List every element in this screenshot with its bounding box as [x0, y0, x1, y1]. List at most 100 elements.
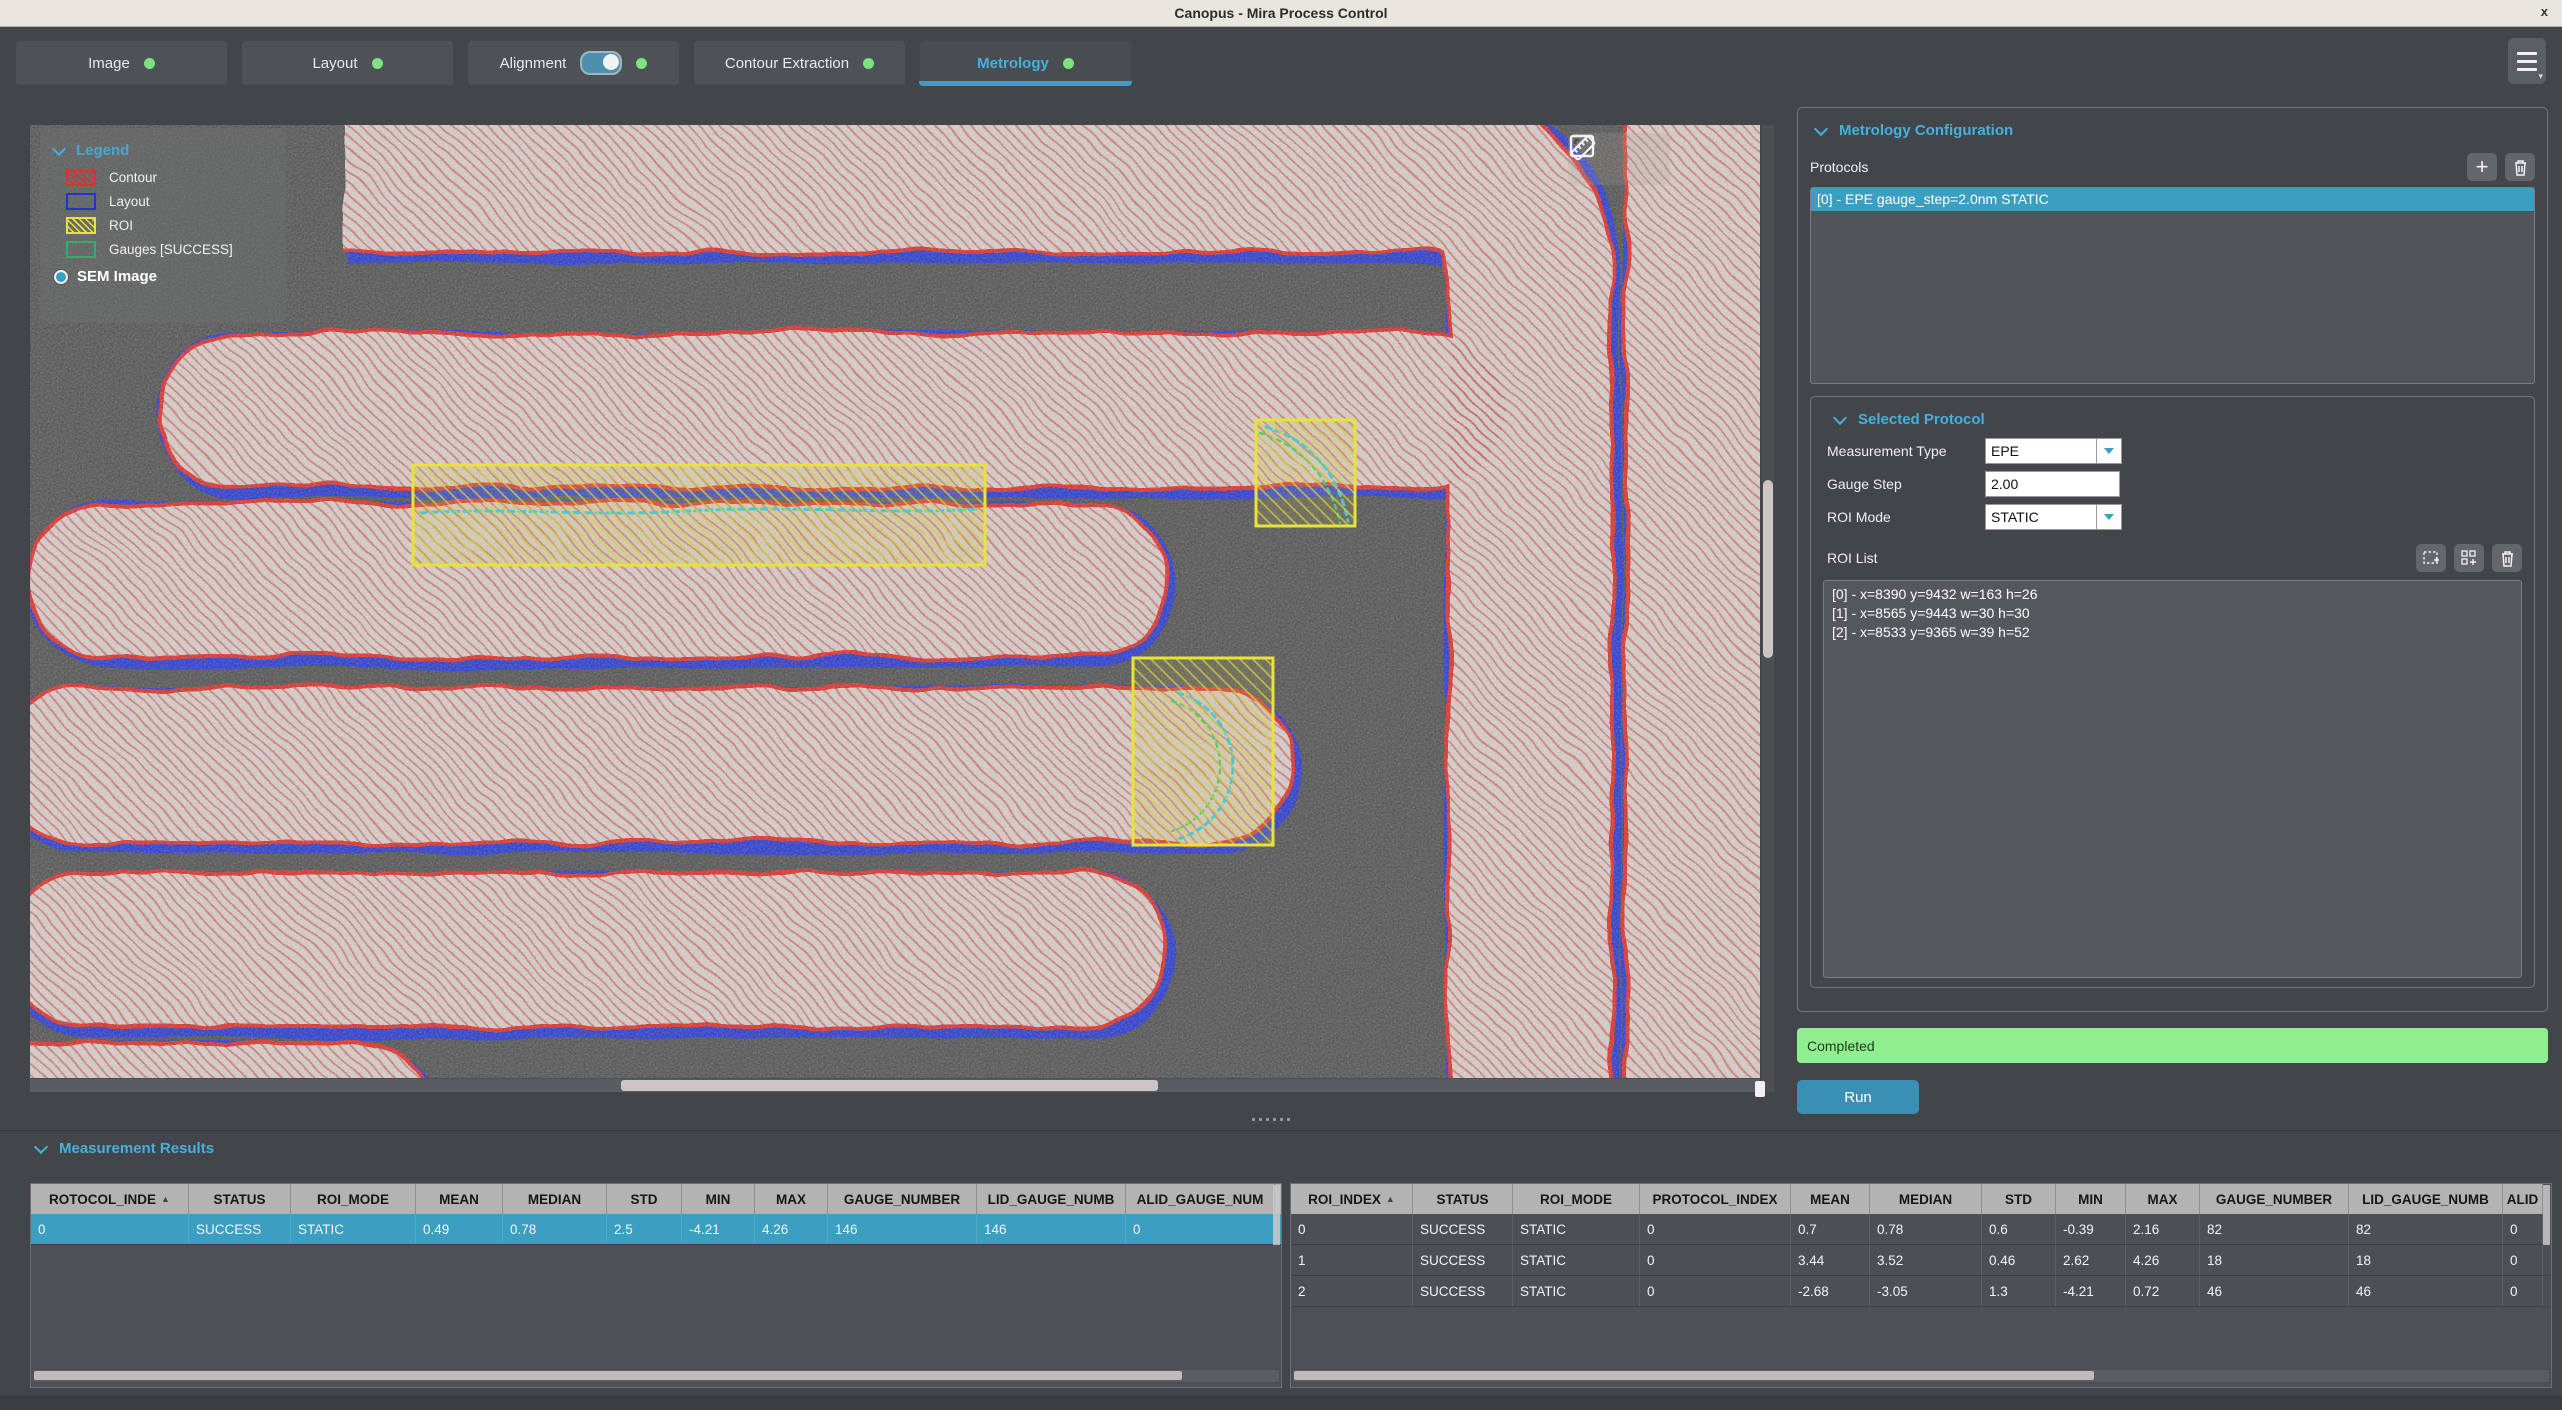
- protocols-list[interactable]: [0] - EPE gauge_step=2.0nm STATIC: [1810, 187, 2535, 384]
- column-header[interactable]: MIN: [682, 1184, 755, 1214]
- canvas-hscrollbar[interactable]: [30, 1078, 1760, 1092]
- column-header[interactable]: MEAN: [416, 1184, 503, 1214]
- trash-icon: [2501, 550, 2513, 567]
- add-protocol-button[interactable]: +: [2467, 153, 2497, 181]
- column-header[interactable]: LID_GAUGE_NUMB: [2349, 1184, 2503, 1214]
- table-cell: 146: [828, 1214, 977, 1244]
- hscrollbar-thumb[interactable]: [621, 1080, 1158, 1091]
- column-header[interactable]: STD: [607, 1184, 682, 1214]
- bottom-strip: [0, 1395, 2562, 1410]
- delete-protocol-button[interactable]: [2505, 153, 2535, 181]
- legend-collapse-chevron-icon[interactable]: [51, 141, 67, 156]
- roi-list-item[interactable]: [0] - x=8390 y=9432 w=163 h=26: [1832, 585, 2513, 604]
- legend-item: Contour: [66, 169, 274, 186]
- legend-item: Layout: [66, 193, 274, 210]
- table-cell: 0: [2503, 1214, 2543, 1244]
- close-button[interactable]: x: [2541, 4, 2548, 19]
- column-header[interactable]: MAX: [2126, 1184, 2200, 1214]
- roi-results-table[interactable]: ROI_INDEX ▲ STATUS ROI_MODE PROTOCOL_INDEX ME…: [1290, 1183, 2552, 1388]
- gauge-step-input[interactable]: [1985, 471, 2120, 497]
- table-vscrollbar[interactable]: [1273, 1185, 1280, 1245]
- run-button[interactable]: Run: [1797, 1080, 1919, 1114]
- table-cell: 146: [977, 1214, 1126, 1244]
- sem-image-canvas[interactable]: Legend Contour Layout ROI Gauges [SUCCESS] …: [30, 125, 1760, 1092]
- column-header[interactable]: STATUS: [1413, 1184, 1513, 1214]
- splitter-handle[interactable]: [0, 1108, 2562, 1132]
- table-cell: 1.3: [1982, 1276, 2056, 1306]
- column-header[interactable]: PROTOCOL_INDEX: [1640, 1184, 1791, 1214]
- legend-panel: Legend Contour Layout ROI Gauges [SUCCESS] …: [40, 128, 286, 323]
- table-cell: 0: [31, 1214, 189, 1244]
- table-cell: SUCCESS: [189, 1214, 291, 1244]
- table-cell: 2.16: [2126, 1214, 2200, 1244]
- tab-layout[interactable]: Layout: [241, 40, 454, 86]
- roi-list-item[interactable]: [1] - x=8565 y=9443 w=30 h=30: [1832, 604, 2513, 623]
- column-header[interactable]: STD: [1982, 1184, 2056, 1214]
- column-header[interactable]: GAUGE_NUMBER: [828, 1184, 977, 1214]
- table-cell: -3.05: [1870, 1276, 1982, 1306]
- table-cell: 0.78: [503, 1214, 607, 1244]
- column-header[interactable]: ALID_GAUGE_NUM: [1126, 1184, 1275, 1214]
- column-header[interactable]: ROI_MODE: [1513, 1184, 1640, 1214]
- roi-list-item[interactable]: [2] - x=8533 y=9365 w=39 h=52: [1832, 623, 2513, 642]
- metrology-config-panel: Metrology Configuration Protocols + [0] …: [1797, 107, 2548, 1012]
- roi-mode-dropdown[interactable]: STATIC: [1985, 504, 2122, 530]
- table-hscrollbar[interactable]: [32, 1369, 1280, 1383]
- table-cell: SUCCESS: [1413, 1214, 1513, 1244]
- column-header[interactable]: ROI_MODE: [291, 1184, 416, 1214]
- draw-roi-button[interactable]: [2416, 544, 2446, 572]
- table-vscrollbar[interactable]: [2543, 1185, 2550, 1245]
- results-title: Measurement Results: [59, 1140, 215, 1157]
- column-header[interactable]: MEDIAN: [503, 1184, 607, 1214]
- scroll-corner: [1755, 1081, 1765, 1097]
- table-hscrollbar[interactable]: [1292, 1369, 2550, 1383]
- tab-metrology[interactable]: Metrology: [919, 40, 1132, 86]
- dropdown-arrow-icon[interactable]: [2096, 438, 2122, 464]
- table-cell: 3.44: [1791, 1245, 1870, 1275]
- column-header[interactable]: MEAN: [1791, 1184, 1870, 1214]
- column-header[interactable]: ROI_INDEX ▲: [1291, 1184, 1413, 1214]
- roi-list[interactable]: [0] - x=8390 y=9432 w=163 h=26 [1] - x=85…: [1823, 580, 2522, 978]
- config-collapse-chevron-icon[interactable]: [1813, 121, 1829, 136]
- tab-contour-extraction[interactable]: Contour Extraction: [693, 40, 906, 86]
- table-cell: 0.6: [1982, 1214, 2056, 1244]
- table-row[interactable]: 2 SUCCESS STATIC 0 -2.68 -3.05 1.3 -4.21 0.72 46 4…: [1291, 1276, 2551, 1307]
- column-header[interactable]: ALID: [2503, 1184, 2543, 1214]
- canvas-vscrollbar[interactable]: [1762, 125, 1774, 1092]
- table-row[interactable]: 0 SUCCESS STATIC 0.49 0.78 2.5 -4.21 4.26 146 146…: [31, 1214, 1281, 1245]
- table-cell: 4.26: [755, 1214, 828, 1244]
- tab-image[interactable]: Image: [15, 40, 228, 86]
- table-cell: SUCCESS: [1413, 1245, 1513, 1275]
- ruler-icon[interactable]: [1568, 133, 1598, 163]
- column-header[interactable]: LID_GAUGE_NUMB: [977, 1184, 1126, 1214]
- table-cell: 2: [1291, 1276, 1413, 1306]
- column-header[interactable]: MEDIAN: [1870, 1184, 1982, 1214]
- splitter-grip-icon: [1252, 1118, 1290, 1121]
- table-row[interactable]: 0 SUCCESS STATIC 0 0.7 0.78 0.6 -0.39 2.16 82 82 0: [1291, 1214, 2551, 1245]
- alignment-toggle[interactable]: [580, 51, 623, 75]
- table-cell: STATIC: [291, 1214, 416, 1244]
- roi-mode-value: STATIC: [1985, 504, 2096, 530]
- vscrollbar-thumb[interactable]: [1763, 480, 1773, 658]
- dropdown-arrow-icon[interactable]: [2096, 504, 2122, 530]
- table-cell: STATIC: [1513, 1276, 1640, 1306]
- column-header[interactable]: GAUGE_NUMBER: [2200, 1184, 2349, 1214]
- column-header[interactable]: MAX: [755, 1184, 828, 1214]
- measurement-type-dropdown[interactable]: EPE: [1985, 438, 2122, 464]
- protocol-item[interactable]: [0] - EPE gauge_step=2.0nm STATIC: [1811, 188, 2534, 211]
- menu-button[interactable]: ▾: [2508, 38, 2546, 84]
- protocol-results-table[interactable]: ROTOCOL_INDE ▲ STATUS ROI_MODE MEAN MEDIAN STD…: [30, 1183, 1282, 1388]
- selected-protocol-chevron-icon[interactable]: [1832, 410, 1848, 425]
- tab-bar: Image Layout Alignment Contour Extraction Me…: [15, 40, 1132, 86]
- selected-protocol-title: Selected Protocol: [1858, 411, 1985, 428]
- sem-image-radio[interactable]: SEM Image: [54, 268, 274, 285]
- add-roi-group-button[interactable]: [2454, 544, 2484, 572]
- table-row[interactable]: 1 SUCCESS STATIC 0 3.44 3.52 0.46 2.62 4.26 18 18 0: [1291, 1245, 2551, 1276]
- column-header[interactable]: MIN: [2056, 1184, 2126, 1214]
- column-header[interactable]: STATUS: [189, 1184, 291, 1214]
- delete-roi-button[interactable]: [2492, 544, 2522, 572]
- results-collapse-chevron-icon[interactable]: [33, 1139, 49, 1154]
- tab-alignment[interactable]: Alignment: [467, 40, 680, 86]
- column-header[interactable]: ROTOCOL_INDE ▲: [31, 1184, 189, 1214]
- hamburger-icon: [2517, 51, 2537, 55]
